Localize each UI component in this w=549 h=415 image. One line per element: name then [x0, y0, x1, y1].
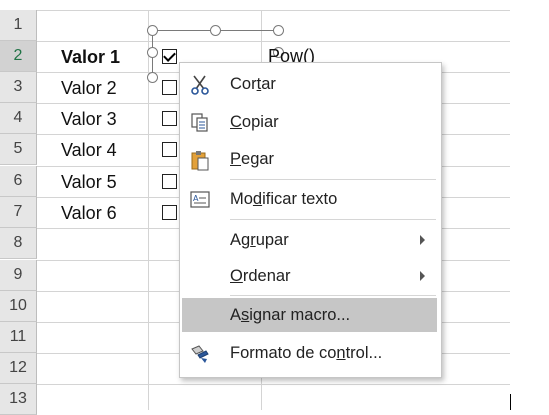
menu-item-copy[interactable]: Copiar [180, 105, 439, 139]
resize-handle-top-right[interactable] [273, 25, 284, 36]
menu-label-assign-macro: Asignar macro... [230, 305, 351, 324]
row-header-7[interactable]: 7 [0, 197, 37, 228]
row-header-2[interactable]: 2 [0, 41, 37, 72]
submenu-arrow-icon [420, 235, 425, 245]
gridline [37, 10, 510, 11]
cell-label-valor-3[interactable]: Valor 3 [61, 104, 117, 135]
checkbox-valor-1[interactable] [162, 49, 177, 64]
paste-icon [189, 149, 211, 171]
scissors-icon [189, 74, 211, 96]
cell-label-valor-1[interactable]: Valor 1 [61, 42, 120, 73]
resize-handle-top-center[interactable] [210, 25, 221, 36]
format-control-icon [189, 343, 211, 365]
menu-separator [230, 179, 436, 180]
row-header-11[interactable]: 11 [0, 322, 37, 353]
menu-label-format-control: Formato de control... [230, 343, 383, 362]
row-header-1[interactable]: 1 [0, 10, 37, 41]
resize-handle-bottom-left[interactable] [147, 72, 158, 83]
row-header-12[interactable]: 12 [0, 353, 37, 384]
menu-item-cut[interactable]: Cortar [180, 67, 439, 101]
menu-label-order: Ordenar [230, 266, 291, 285]
checkbox-valor-2[interactable] [162, 80, 177, 95]
menu-separator [230, 219, 436, 220]
menu-label-cut: Cortar [230, 74, 276, 93]
row-header-9[interactable]: 9 [0, 260, 37, 291]
row-header-10[interactable]: 10 [0, 291, 37, 322]
gridline [148, 10, 149, 410]
row-header-13[interactable]: 13 [0, 384, 37, 415]
cell-label-valor-5[interactable]: Valor 5 [61, 167, 117, 198]
context-menu: Cortar Copiar Pegar A Modificar texto Ag… [179, 62, 442, 378]
menu-item-assign-macro[interactable]: Asignar macro... [182, 298, 437, 332]
resize-handle-top-left[interactable] [147, 25, 158, 36]
row-header-5[interactable]: 5 [0, 134, 37, 165]
copy-icon [189, 112, 211, 134]
gridline [37, 384, 510, 385]
row-header-6[interactable]: 6 [0, 166, 37, 197]
svg-text:A: A [193, 194, 199, 203]
menu-label-group: Agrupar [230, 230, 289, 249]
menu-separator [230, 295, 436, 296]
edit-text-icon: A [189, 189, 211, 211]
cell-label-valor-2[interactable]: Valor 2 [61, 73, 117, 104]
checkbox-valor-3[interactable] [162, 111, 177, 126]
row-header-3[interactable]: 3 [0, 72, 37, 103]
submenu-arrow-icon [420, 271, 425, 281]
cell-label-valor-4[interactable]: Valor 4 [61, 135, 117, 166]
menu-item-order[interactable]: Ordenar [180, 259, 439, 293]
cell-label-valor-6[interactable]: Valor 6 [61, 198, 117, 229]
menu-item-paste[interactable]: Pegar [180, 142, 439, 176]
row-header-8[interactable]: 8 [0, 228, 37, 259]
text-cursor [510, 394, 511, 410]
menu-item-format-control[interactable]: Formato de control... [180, 336, 439, 370]
checkbox-valor-6[interactable] [162, 205, 177, 220]
menu-label-copy: Copiar [230, 112, 279, 131]
row-header-4[interactable]: 4 [0, 103, 37, 134]
menu-item-edit-text[interactable]: A Modificar texto [180, 182, 439, 216]
menu-item-group[interactable]: Agrupar [180, 223, 439, 257]
menu-label-paste: Pegar [230, 149, 275, 168]
checkbox-valor-5[interactable] [162, 174, 177, 189]
menu-label-edit-text: Modificar texto [230, 189, 338, 208]
checkbox-valor-4[interactable] [162, 142, 177, 157]
resize-handle-middle-left[interactable] [147, 47, 158, 58]
